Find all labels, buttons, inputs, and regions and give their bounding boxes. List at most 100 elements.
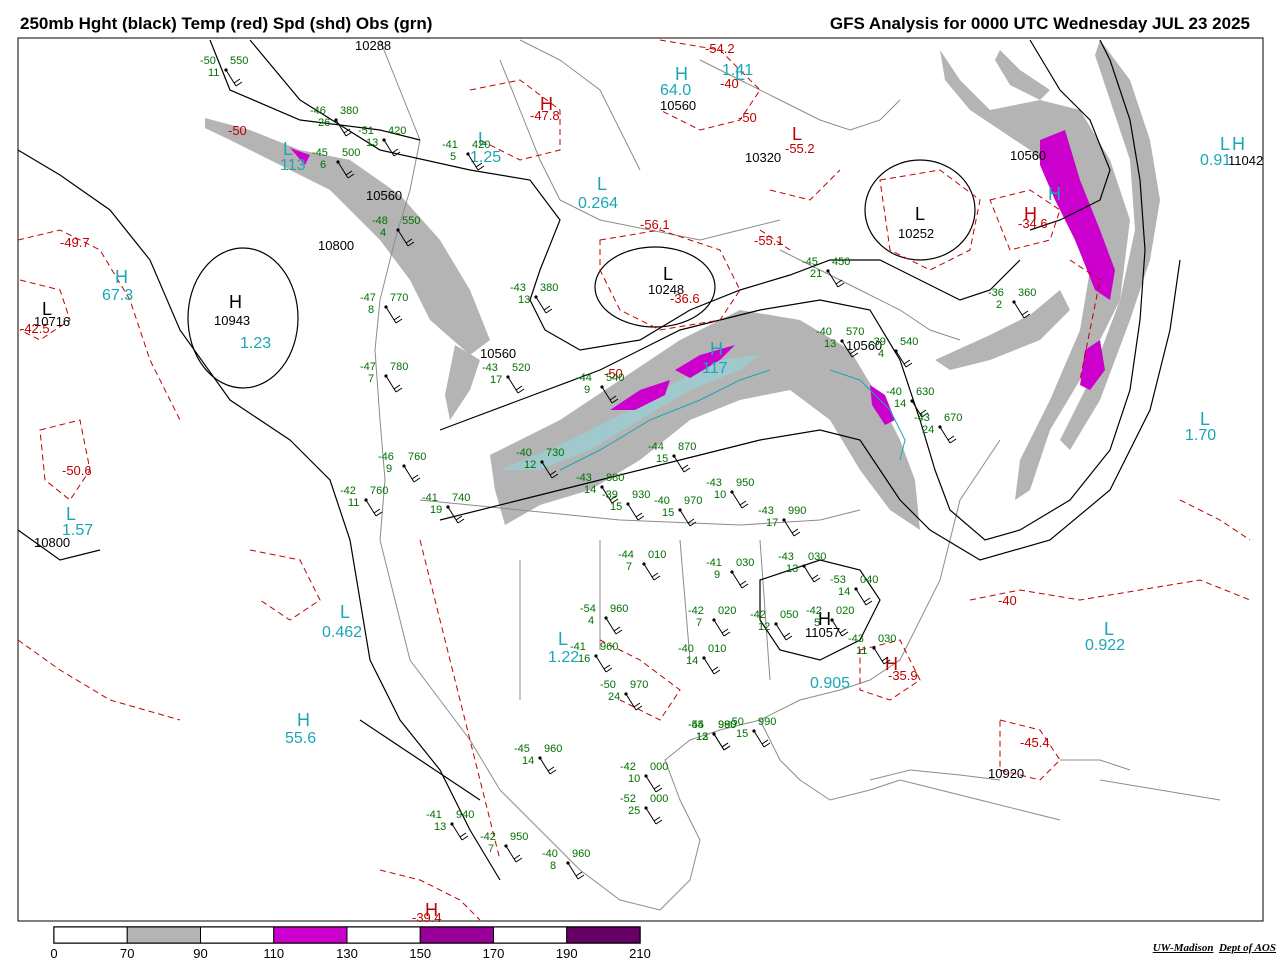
ob-wind: 26 (318, 117, 330, 129)
ob-temp: -42 (688, 605, 704, 617)
div-label: 1.25 (470, 149, 501, 166)
div-label: 1.23 (240, 335, 271, 352)
colorbar-labels: 0 70 90 110 130 150 170 190 210 (50, 946, 650, 960)
ob-height: 550 (402, 215, 420, 227)
temp-label: -36.6 (670, 291, 700, 306)
div-label: 64.0 (660, 82, 691, 99)
ob-wind: 7 (368, 373, 374, 385)
ob-wind: 14 (686, 655, 698, 667)
ob-wind: 10 (714, 489, 726, 501)
temp-label: -50 (738, 110, 757, 125)
height-label: 10943 (214, 313, 250, 328)
colorbar-box (346, 926, 421, 944)
div-label: 1.41 (722, 62, 753, 79)
ob-temp: -40 (816, 326, 832, 338)
ob-temp: -40 (886, 386, 902, 398)
temp-label: -50.6 (62, 463, 92, 478)
credit-label: UW-Madison Dept of AOS (1153, 942, 1276, 954)
colorbar-box (273, 926, 348, 944)
div-label: 67.3 (102, 287, 133, 304)
ob-temp: -43 (510, 282, 526, 294)
ob-height: 540 (606, 372, 624, 384)
div-label: 1.70 (1185, 427, 1216, 444)
colorbar-box (493, 926, 568, 944)
ob-wind: 7 (696, 617, 702, 629)
ob-temp: -39 (870, 336, 886, 348)
height-label: 10800 (318, 238, 354, 253)
ob-temp: -44 (576, 372, 592, 384)
ob-temp: -43 (706, 477, 722, 489)
ob-wind: 2 (996, 299, 1002, 311)
ob-wind: 19 (430, 504, 442, 516)
center-letter: H (1232, 134, 1245, 154)
center-letter: H (1048, 184, 1061, 204)
center-letter: H (675, 64, 688, 84)
ob-height: 990 (788, 505, 806, 517)
ob-temp: -43 (482, 362, 498, 374)
temp-label: -50 (228, 123, 247, 138)
ob-height: 780 (390, 361, 408, 373)
ob-temp: -54 (580, 603, 596, 615)
ob-temp: -50 (600, 679, 616, 691)
ob-height: 010 (648, 549, 666, 561)
ob-height: 960 (572, 848, 590, 860)
height-label: 10560 (480, 346, 516, 361)
temp-label: -49.7 (60, 235, 90, 250)
ob-wind: 13 (786, 563, 798, 575)
center-letter: H (710, 339, 723, 359)
ob-temp: -45 (802, 256, 818, 268)
center-letter: L (915, 204, 925, 224)
ob-height: 450 (832, 256, 850, 268)
colorbar-box (126, 926, 201, 944)
ob-temp: -43 (778, 551, 794, 563)
ob-height: 970 (630, 679, 648, 691)
ob-height: 380 (540, 282, 558, 294)
colorbar-tick-label: 210 (629, 946, 651, 960)
colorbar-box (566, 926, 641, 944)
ob-height: 020 (718, 605, 736, 617)
temp-label: -56.1 (640, 217, 670, 232)
ob-wind: 24 (922, 424, 934, 436)
ob-wind: 13 (696, 731, 708, 743)
height-label: 11042 (1228, 153, 1263, 168)
ob-wind: 4 (380, 227, 386, 239)
ob-height: 740 (452, 492, 470, 504)
ob-wind: 13 (824, 338, 836, 350)
ob-temp: -39 (602, 489, 618, 501)
div-label: 55.6 (285, 730, 316, 747)
ob-height: 010 (708, 643, 726, 655)
ob-temp: -42 (806, 605, 822, 617)
colorbar-box (53, 926, 128, 944)
ob-wind: 6 (320, 159, 326, 171)
center-letter: L (283, 139, 293, 159)
colorbar-tick-label: 130 (336, 946, 358, 960)
ob-height: 730 (546, 447, 564, 459)
ob-temp: -42 (480, 831, 496, 843)
ob-temp: -40 (654, 495, 670, 507)
ob-wind: 12 (758, 621, 770, 633)
ob-wind: 14 (838, 586, 850, 598)
ob-wind: 17 (766, 517, 778, 529)
center-letter: H (115, 267, 128, 287)
ob-temp: -51 (358, 125, 374, 137)
center-letter: L (66, 504, 76, 524)
colorbar-tick-label: 70 (120, 946, 134, 960)
height-label: 10560 (1010, 148, 1046, 163)
height-label: 10920 (988, 766, 1024, 781)
height-label: 10560 (366, 188, 402, 203)
ob-height: 960 (600, 641, 618, 653)
ob-wind: 5 (450, 151, 456, 163)
ob-temp: -44 (688, 719, 704, 731)
credit-org: UW-Madison (1152, 942, 1214, 954)
ob-temp: -52 (620, 793, 636, 805)
ob-temp: -41 (426, 809, 442, 821)
ob-height: 870 (678, 441, 696, 453)
ob-wind: 8 (550, 860, 556, 872)
ob-height: 950 (736, 477, 754, 489)
ob-height: 880 (606, 472, 624, 484)
center-letter: L (663, 264, 673, 284)
ob-wind: 4 (588, 615, 594, 627)
ob-temp: -42 (340, 485, 356, 497)
ob-wind: 11 (208, 67, 219, 79)
ob-wind: 25 (628, 805, 640, 817)
